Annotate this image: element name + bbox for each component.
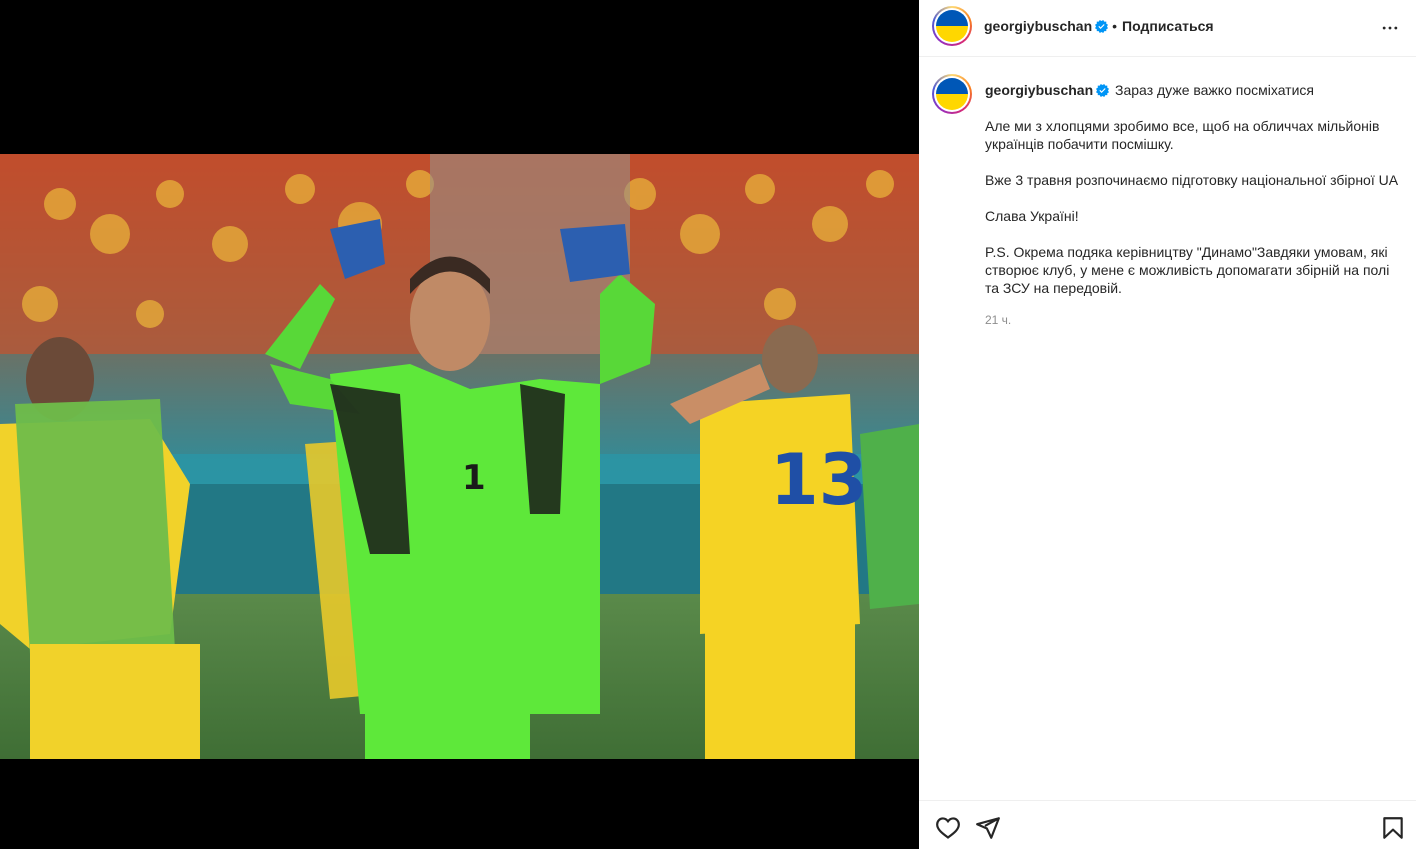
avatar-image [936,10,968,42]
caption-paragraph: Але ми з хлопцями зробимо все, щоб на об… [985,118,1380,152]
caption-headline: Зараз дуже важко посміхатися [1115,82,1314,98]
bookmark-icon[interactable] [1380,815,1406,841]
follow-button[interactable]: Подписаться [1122,18,1214,34]
post-photo[interactable]: 13 1 [0,154,919,759]
username-link[interactable]: georgiybuschan [984,18,1092,34]
caption-text: georgiybuschan Зараз дуже важко посміхат… [985,81,1405,329]
send-icon[interactable] [975,815,1001,841]
caption-paragraph: P.S. Окрема подяка керівництву "Динамо"З… [985,244,1390,296]
svg-text:1: 1 [462,458,486,498]
caption-avatar[interactable] [932,74,972,114]
verified-badge-icon [1095,20,1109,33]
post-header: georgiybuschan • Подписаться [919,0,1416,57]
post-media-pane: 13 1 [0,0,919,849]
header-user-info: georgiybuschan • Подписаться [984,17,1214,35]
more-options-icon[interactable] [1380,18,1400,38]
action-bar [919,800,1416,849]
avatar[interactable] [932,6,972,46]
post-timestamp[interactable]: 21 ч. [985,311,1405,329]
caption-username-link[interactable]: georgiybuschan [985,82,1093,98]
verified-badge-icon [1096,84,1110,97]
avatar-image [936,78,968,110]
post-sidebar: georgiybuschan • Подписаться georgiybuscha… [919,0,1416,849]
svg-text:13: 13 [770,439,867,521]
caption-paragraph: Вже 3 травня розпочинаємо підготовку нац… [985,172,1399,188]
heart-icon[interactable] [935,815,961,841]
separator-dot: • [1112,18,1118,34]
caption-first-line: georgiybuschan Зараз дуже важко посміхат… [985,81,1405,99]
caption-paragraph: Слава Україні! [985,208,1079,224]
